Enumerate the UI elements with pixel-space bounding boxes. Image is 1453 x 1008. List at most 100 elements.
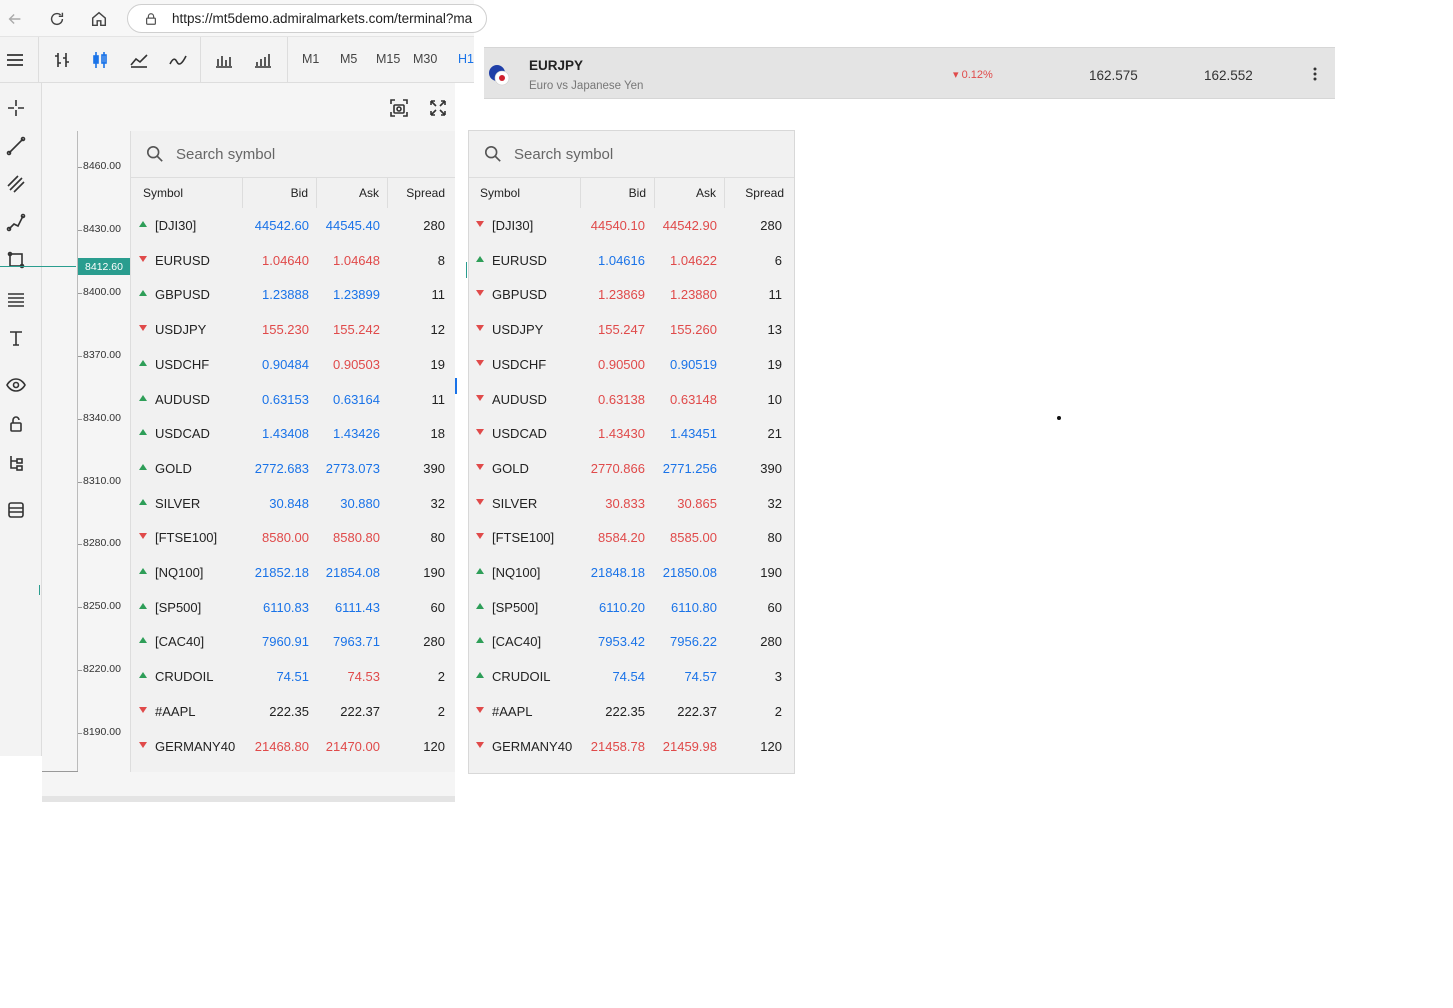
table-row[interactable]: [FTSE100] 8584.20 8585.00 80 xyxy=(469,520,794,555)
table-row[interactable]: [NQ100] 21852.18 21854.08 190 xyxy=(131,555,455,590)
lock-drawings-button[interactable] xyxy=(5,413,27,435)
timeframe-m5[interactable]: M5 xyxy=(340,52,357,66)
bid-cell: 222.35 xyxy=(269,703,309,719)
table-row[interactable]: [NQ100] 21848.18 21850.08 190 xyxy=(469,555,794,590)
spread-cell: 3 xyxy=(774,669,782,685)
table-row[interactable]: USDCHF 0.90500 0.90519 19 xyxy=(469,347,794,382)
price-axis-label: 8250.00 xyxy=(83,600,121,613)
table-row[interactable]: SILVER 30.833 30.865 32 xyxy=(469,486,794,521)
bid-cell: 7953.42 xyxy=(598,634,645,650)
table-row[interactable]: [SP500] 6110.20 6110.80 60 xyxy=(469,590,794,625)
timeframe-h1[interactable]: H1 xyxy=(458,52,474,66)
line-chart-button[interactable] xyxy=(128,49,150,71)
table-row[interactable]: [CAC40] 7960.91 7963.71 280 xyxy=(131,624,455,659)
column-bid[interactable]: Bid xyxy=(581,178,655,208)
table-row[interactable]: [DJI30] 44540.10 44542.90 280 xyxy=(469,208,794,243)
crosshair-button[interactable] xyxy=(5,97,27,119)
column-spread[interactable]: Spread xyxy=(388,178,455,208)
table-row[interactable]: AUDUSD 0.63138 0.63148 10 xyxy=(469,382,794,417)
ask-cell: 7963.71 xyxy=(333,634,380,650)
ask-cell: 155.260 xyxy=(670,322,717,338)
column-symbol[interactable]: Symbol xyxy=(469,178,581,208)
timeframe-m1[interactable]: M1 xyxy=(302,52,319,66)
channel-button[interactable] xyxy=(5,173,27,195)
pitchfork-button[interactable] xyxy=(5,211,27,233)
table-row[interactable]: SILVER 30.848 30.880 32 xyxy=(131,486,455,521)
volume-button[interactable] xyxy=(213,49,235,71)
fibonacci-button[interactable] xyxy=(5,289,27,311)
table-row[interactable]: CRUDOIL 74.51 74.53 2 xyxy=(131,659,455,694)
screenshot-button[interactable] xyxy=(388,97,410,119)
bar-chart-button[interactable] xyxy=(51,49,73,71)
drawing-sidebar xyxy=(0,83,42,756)
back-button[interactable] xyxy=(2,6,28,32)
timeframe-m30[interactable]: M30 xyxy=(413,52,437,66)
spread-cell: 11 xyxy=(768,287,783,303)
arrow-up-icon xyxy=(476,672,484,679)
table-row[interactable]: GBPUSD 1.23888 1.23899 11 xyxy=(131,277,455,312)
parallel-channel-icon xyxy=(7,175,25,193)
table-row[interactable]: USDCHF 0.90484 0.90503 19 xyxy=(131,347,455,382)
bid-cell: 222.35 xyxy=(605,703,645,719)
table-row[interactable]: CRUDOIL 74.54 74.57 3 xyxy=(469,659,794,694)
table-row[interactable]: USDJPY 155.247 155.260 13 xyxy=(469,312,794,347)
table-row[interactable]: AUDUSD 0.63153 0.63164 11 xyxy=(131,382,455,417)
object-tree-button[interactable] xyxy=(5,452,27,474)
chart-scrollbar[interactable] xyxy=(42,796,455,802)
column-ask[interactable]: Ask xyxy=(655,178,725,208)
price-axis-label: 8190.00 xyxy=(83,726,121,739)
menu-button[interactable] xyxy=(4,49,26,71)
table-row[interactable]: [CAC40] 7953.42 7956.22 280 xyxy=(469,624,794,659)
line-button[interactable] xyxy=(167,49,189,71)
table-row[interactable]: EURUSD 1.04616 1.04622 6 xyxy=(469,243,794,278)
table-row[interactable]: [SP500] 6110.83 6111.43 60 xyxy=(131,590,455,625)
table-row[interactable]: EURUSD 1.04640 1.04648 8 xyxy=(131,243,455,278)
arrow-up-icon xyxy=(476,637,484,644)
chart-canvas[interactable]: 8460.00 8430.00 8400.00 8370.00 8340.00 8310.… xyxy=(0,131,131,772)
table-row[interactable]: USDCAD 1.43408 1.43426 18 xyxy=(131,416,455,451)
reload-button[interactable] xyxy=(44,6,70,32)
toolbar-divider xyxy=(38,37,39,82)
market-watch-left: Symbol Bid Ask Spread [DJI30] 44542.60 445… xyxy=(131,131,455,772)
column-spread[interactable]: Spread xyxy=(725,178,794,208)
shapes-button[interactable] xyxy=(5,249,27,271)
trendline-button[interactable] xyxy=(5,135,27,157)
table-row[interactable]: GOLD 2770.866 2771.256 390 xyxy=(469,451,794,486)
column-bid[interactable]: Bid xyxy=(243,178,317,208)
table-row[interactable]: [FTSE100] 8580.00 8580.80 80 xyxy=(131,520,455,555)
table-row[interactable]: GERMANY40 21468.80 21470.00 120 xyxy=(131,729,455,764)
table-row[interactable]: [DJI30] 44542.60 44545.40 280 xyxy=(131,208,455,243)
timeframe-m15[interactable]: M15 xyxy=(376,52,400,66)
trendline-icon xyxy=(6,136,26,156)
table-row[interactable]: GOLD 2772.683 2773.073 390 xyxy=(131,451,455,486)
fibonacci-icon xyxy=(8,293,24,307)
table-row[interactable]: #AAPL 222.35 222.37 2 xyxy=(131,694,455,729)
arrow-down-icon xyxy=(476,706,484,713)
table-row[interactable]: USDJPY 155.230 155.242 12 xyxy=(131,312,455,347)
table-row[interactable]: #AAPL 222.35 222.37 2 xyxy=(469,694,794,729)
current-price-tag: 8412.60 xyxy=(78,258,130,275)
search-input[interactable] xyxy=(176,145,426,163)
tick-volume-button[interactable] xyxy=(252,49,274,71)
price-axis-tick xyxy=(78,733,82,735)
candlestick-button[interactable] xyxy=(89,49,111,71)
table-row[interactable]: USDCAD 1.43430 1.43451 21 xyxy=(469,416,794,451)
search-input[interactable] xyxy=(514,145,764,163)
column-ask[interactable]: Ask xyxy=(317,178,388,208)
text-button[interactable] xyxy=(5,327,27,349)
visibility-button[interactable] xyxy=(5,374,27,396)
table-row[interactable]: GERMANY40 21458.78 21459.98 120 xyxy=(469,729,794,764)
table-row[interactable]: GBPUSD 1.23869 1.23880 11 xyxy=(469,277,794,312)
edge-marker xyxy=(466,262,467,278)
ask-cell: 0.90503 xyxy=(333,356,380,372)
ask-cell: 21470.00 xyxy=(325,738,380,754)
symbol-row-eurjpy[interactable]: EURJPY Euro vs Japanese Yen ▾ 0.12% 162.… xyxy=(484,47,1335,99)
column-symbol[interactable]: Symbol xyxy=(131,178,243,208)
home-button[interactable] xyxy=(86,6,112,32)
address-bar[interactable]: https://mt5demo.admiralmarkets.com/termi… xyxy=(127,4,487,33)
bid-cell: 21468.80 xyxy=(254,738,309,754)
fullscreen-button[interactable] xyxy=(427,97,449,119)
layers-button[interactable] xyxy=(5,499,27,521)
more-vertical-icon[interactable] xyxy=(1310,66,1320,82)
arrow-down-icon xyxy=(476,394,484,401)
